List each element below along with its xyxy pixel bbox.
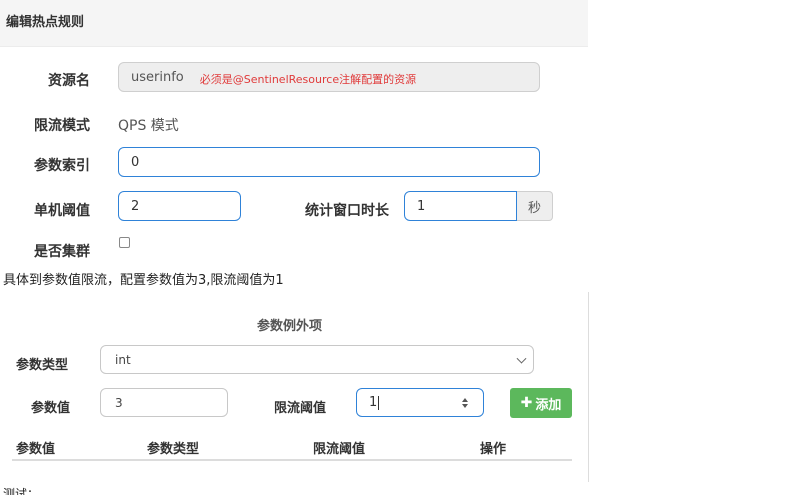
cluster-checkbox[interactable] [119, 237, 130, 248]
th-limit-threshold: 限流阈值 [313, 442, 366, 457]
modal-header [0, 0, 588, 46]
threshold-label: 单机阈值 [34, 203, 90, 219]
resource-name-label: 资源名 [48, 73, 90, 89]
panel-right-border [588, 292, 589, 482]
param-value-label: 参数值 [31, 401, 71, 416]
limit-threshold-value: 1 [369, 395, 378, 410]
chevron-down-icon [516, 353, 527, 364]
footer-caption: 测试： [3, 487, 40, 495]
param-type-value: int [115, 352, 131, 367]
resource-hint: 必须是@SentinelResource注解配置的资源 [199, 73, 417, 86]
table-header-divider [12, 459, 572, 461]
resource-name-input: userinfo 必须是@SentinelResource注解配置的资源 [118, 62, 540, 92]
stepper-icon[interactable] [461, 397, 469, 409]
threshold-value: 2 [131, 198, 140, 214]
threshold-input[interactable]: 2 [118, 191, 241, 221]
th-param-type: 参数类型 [147, 442, 200, 457]
window-value: 1 [417, 198, 426, 214]
th-param-value: 参数值 [16, 442, 56, 457]
cluster-label: 是否集群 [34, 244, 90, 260]
param-type-select[interactable]: int [100, 345, 534, 374]
param-index-input[interactable]: 0 [118, 147, 540, 177]
window-input[interactable]: 1 [404, 191, 517, 221]
exception-title: 参数例外项 [257, 319, 323, 334]
caption-text: 具体到参数值限流，配置参数值为3,限流阈值为1 [3, 273, 284, 288]
th-actions: 操作 [480, 442, 507, 457]
text-cursor [378, 395, 380, 410]
limit-mode-label: 限流模式 [34, 118, 90, 134]
param-index-value: 0 [131, 154, 140, 170]
param-value-value: 3 [115, 395, 123, 410]
plus-icon: ✚ [520, 395, 533, 411]
header-divider [0, 46, 588, 47]
limit-threshold-label: 限流阈值 [274, 401, 327, 416]
window-unit-addon: 秒 [517, 191, 553, 221]
resource-name-value: userinfo [131, 69, 184, 85]
limit-threshold-input[interactable]: 1 [356, 388, 484, 417]
limit-mode-value: QPS 模式 [118, 118, 179, 134]
param-type-label: 参数类型 [16, 358, 69, 373]
window-label: 统计窗口时长 [305, 203, 389, 219]
param-value-input[interactable]: 3 [100, 388, 228, 417]
modal-title: 编辑热点规则 [6, 15, 85, 30]
param-index-label: 参数索引 [34, 158, 90, 174]
add-button[interactable]: ✚ 添加 [510, 388, 572, 418]
add-button-label: 添加 [535, 397, 562, 413]
